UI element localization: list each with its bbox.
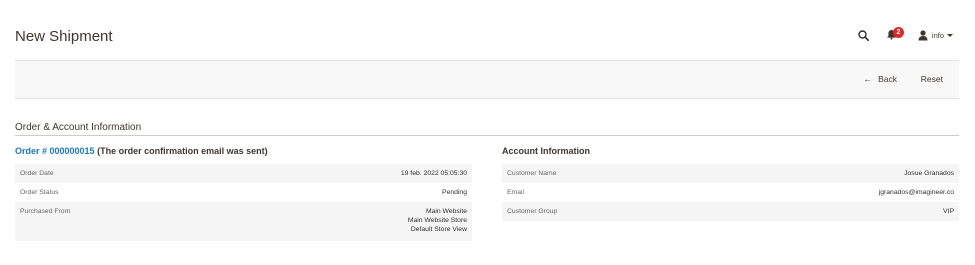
account-heading: Account Information — [502, 146, 590, 156]
search-icon — [858, 29, 870, 41]
section-title: Order & Account Information — [15, 122, 142, 133]
email-link[interactable]: jgranados@imagineer.co — [879, 188, 954, 197]
table-row: Customer Name Josue Granados — [502, 164, 959, 183]
section-divider — [15, 135, 959, 136]
page-title: New Shipment — [15, 28, 113, 45]
customer-group-value: VIP — [943, 208, 954, 215]
table-row: Email jgranados@imagineer.co — [502, 183, 959, 202]
order-info-table: Order Date 19 feb. 2022 05:05:30 Order S… — [15, 164, 472, 241]
order-email-note: (The order confirmation email was sent) — [94, 146, 268, 156]
order-heading: Order # 000000015 (The order confirmatio… — [15, 145, 472, 157]
purchased-from-label: Purchased From — [20, 208, 71, 215]
notification-count-badge: 2 — [892, 27, 904, 38]
reset-button[interactable]: Reset — [921, 74, 943, 84]
table-row: Order Date 19 feb. 2022 05:05:30 — [15, 164, 472, 183]
table-row: Purchased From Main Website Main Website… — [15, 202, 472, 241]
purchased-from-store: Main Website Store — [407, 217, 467, 224]
order-information: Order # 000000015 (The order confirmatio… — [15, 145, 472, 241]
chevron-down-icon — [947, 33, 953, 37]
user-icon — [918, 29, 928, 40]
purchased-from-store-view: Default Store View — [410, 226, 467, 233]
back-button-label: Back — [878, 74, 897, 84]
order-status-label: Order Status — [20, 189, 59, 196]
back-button[interactable]: ← Back — [863, 74, 897, 84]
user-menu-button[interactable]: info — [918, 29, 953, 41]
purchased-from-value: Main Website Main Website Store Default … — [408, 207, 467, 234]
purchased-from-website: Main Website — [425, 208, 467, 215]
page-actions-bar: ← Back Reset — [15, 60, 959, 99]
account-information: Account Information Customer Name Josue … — [502, 145, 959, 221]
arrow-left-icon: ← — [863, 73, 873, 84]
table-row: Customer Group VIP — [502, 202, 959, 221]
notifications-button[interactable]: 2 — [886, 27, 906, 43]
customer-group-label: Customer Group — [507, 208, 558, 215]
order-date-label: Order Date — [20, 170, 54, 177]
order-date-value: 19 feb. 2022 05:05:30 — [400, 170, 467, 177]
customer-name-value: Josue Granados — [904, 170, 954, 177]
order-link[interactable]: Order # 000000015 — [15, 146, 95, 156]
email-label: Email — [507, 189, 524, 196]
account-info-table: Customer Name Josue Granados Email jgran… — [502, 164, 959, 221]
search-button[interactable] — [856, 27, 872, 43]
customer-name-label: Customer Name — [507, 170, 557, 177]
order-status-value: Pending — [442, 189, 467, 196]
header-actions: 2 info — [856, 27, 953, 43]
user-name: info — [931, 30, 944, 40]
table-row: Order Status Pending — [15, 183, 472, 202]
